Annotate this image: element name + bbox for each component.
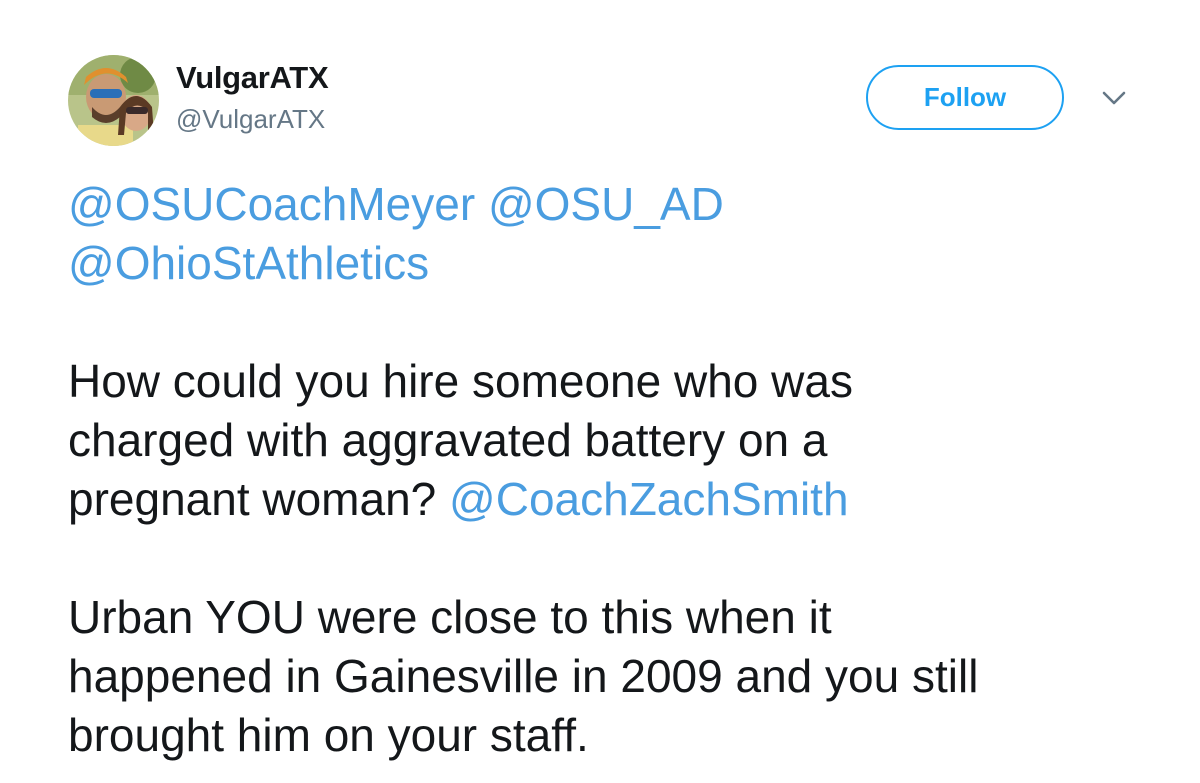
chevron-down-icon[interactable] bbox=[1100, 88, 1128, 108]
mentions-line: @OhioStAthletics bbox=[68, 234, 1178, 293]
text-line: Urban YOU were close to this when it bbox=[68, 591, 832, 643]
text-line: happened in Gainesville in 2009 and you … bbox=[68, 650, 979, 702]
paragraph-break bbox=[68, 293, 1178, 352]
mention-link[interactable]: @CoachZachSmith bbox=[449, 473, 849, 525]
text-line: pregnant woman? @CoachZachSmith bbox=[68, 470, 1178, 529]
display-name[interactable]: VulgarATX bbox=[176, 60, 329, 96]
follow-button[interactable]: Follow bbox=[866, 65, 1064, 130]
mention-link[interactable]: @OSUCoachMeyer bbox=[68, 178, 475, 230]
text-line: brought him on your staff. bbox=[68, 709, 589, 761]
text-line: How could you hire someone who was bbox=[68, 355, 853, 407]
mention-link[interactable]: @OSU_AD bbox=[488, 178, 724, 230]
tweet-card: VulgarATX @VulgarATX Follow @OSUCoachMey… bbox=[0, 0, 1200, 783]
text-fragment: pregnant woman? bbox=[68, 473, 437, 525]
paragraph-break bbox=[68, 529, 1178, 588]
avatar-photo bbox=[68, 55, 159, 146]
mentions-line: @OSUCoachMeyer @OSU_AD bbox=[68, 175, 1178, 234]
user-handle[interactable]: @VulgarATX bbox=[176, 104, 325, 135]
tweet-text: @OSUCoachMeyer @OSU_AD @OhioStAthletics … bbox=[68, 175, 1178, 765]
avatar[interactable] bbox=[68, 55, 159, 146]
text-line: charged with aggravated battery on a bbox=[68, 414, 828, 466]
mention-link[interactable]: @OhioStAthletics bbox=[68, 237, 429, 289]
